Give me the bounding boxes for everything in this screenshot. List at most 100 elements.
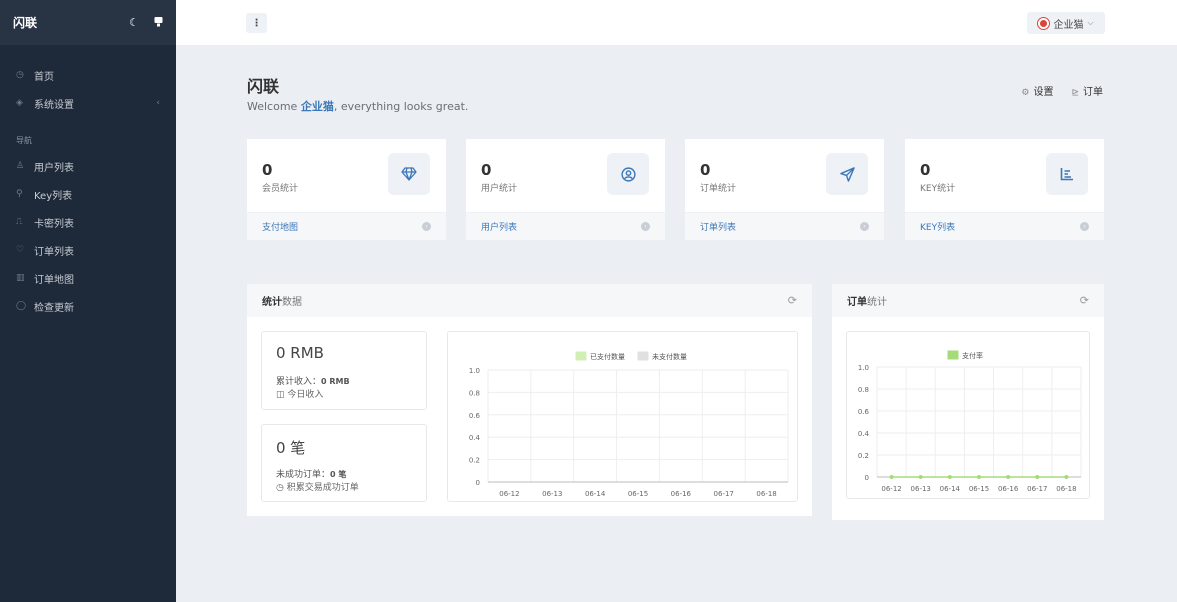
- legend-label: 未支付数量: [652, 352, 687, 361]
- arrow-circle-icon: ›: [422, 222, 431, 231]
- sidebar-item-check-update[interactable]: ◯ 检查更新: [0, 292, 176, 320]
- stat-footer-link[interactable]: KEY列表 ›: [905, 212, 1104, 240]
- y-tick-label: 0: [865, 474, 869, 482]
- sidebar-item-label: 首页: [34, 71, 54, 83]
- data-point: [889, 475, 894, 479]
- brand-title[interactable]: 闪联: [13, 14, 129, 31]
- y-tick-label: 0.8: [858, 386, 869, 394]
- panel-title-bold: 统计: [262, 297, 282, 308]
- legend-swatch: [575, 351, 587, 361]
- sidebar-item-orders[interactable]: ♡ 订单列表: [0, 236, 176, 264]
- menu-toggle-button[interactable]: ⋮: [246, 13, 267, 33]
- panel-header: 统计 数据 ⟳: [247, 284, 812, 317]
- x-tick-label: 06-17: [714, 490, 734, 498]
- stat-value: 0: [700, 161, 711, 179]
- x-tick-label: 06-12: [881, 485, 901, 493]
- welcome-suffix: , everything looks great.: [333, 100, 469, 113]
- stat-value: 0: [920, 161, 931, 179]
- x-tick-label: 06-16: [998, 485, 1019, 493]
- welcome-text: Welcome 企业猫, everything looks great.: [247, 98, 468, 114]
- orders-unsuccessful: 未成功订单：0 笔: [276, 467, 346, 480]
- data-point: [918, 475, 923, 479]
- dark-mode-icon[interactable]: ☾: [129, 16, 139, 29]
- chart-box-right: 0 0.2 0.4 0.6 0.8 1.0 06-12 06-13 06-14 06-15 06-1…: [846, 331, 1090, 499]
- paper-plane-icon: [826, 153, 868, 195]
- refresh-icon[interactable]: ⟳: [788, 294, 797, 307]
- stat-link-label: 订单列表: [700, 223, 737, 233]
- sidebar-item-label: 订单地图: [34, 274, 74, 286]
- refresh-icon[interactable]: ⟳: [1080, 294, 1089, 307]
- stat-footer-link[interactable]: 用户列表 ›: [466, 212, 665, 240]
- stat-link-label: 用户列表: [481, 223, 518, 233]
- heart-icon: ♡: [16, 245, 25, 255]
- stat-footer-link[interactable]: 订单列表 ›: [685, 212, 884, 240]
- x-tick-label: 06-13: [542, 490, 562, 498]
- stat-value: 0: [262, 161, 273, 179]
- y-tick-label: 0.6: [858, 408, 870, 416]
- x-tick-label: 06-15: [628, 490, 648, 498]
- chevron-left-icon: ‹: [156, 98, 160, 108]
- arrow-circle-icon: ›: [1080, 222, 1089, 231]
- avatar: [1038, 17, 1050, 29]
- page-actions: ⚙ 设置 ⊵ 订单: [1021, 83, 1103, 98]
- sidebar-item-settings[interactable]: ◈ 系统设置 ‹: [0, 89, 176, 117]
- x-tick-label: 06-15: [969, 485, 989, 493]
- income-amount: 0 RMB: [276, 344, 324, 362]
- sidebar-item-label: 卡密列表: [34, 218, 74, 230]
- sidebar-item-users[interactable]: ♙ 用户列表: [0, 152, 176, 180]
- y-tick-label: 0.6: [469, 412, 481, 420]
- settings-action[interactable]: ⚙ 设置: [1021, 83, 1053, 98]
- welcome-username-link[interactable]: 企业猫: [301, 100, 334, 113]
- sidebar-item-order-map[interactable]: ▥ 订单地图: [0, 264, 176, 292]
- data-point: [1064, 475, 1069, 479]
- orders-amount: 0 笔: [276, 439, 306, 457]
- x-tick-label: 06-14: [940, 485, 961, 493]
- arrow-circle-icon: ›: [860, 222, 869, 231]
- income-today-label: 今日收入: [287, 390, 324, 400]
- income-total: 累计收入：0 RMB: [276, 374, 350, 387]
- bar-list-icon: [1046, 153, 1088, 195]
- y-tick-label: 1.0: [858, 364, 869, 372]
- user-menu-button[interactable]: 企业猫 ⌵: [1027, 12, 1105, 34]
- data-point: [1035, 475, 1040, 479]
- layers-icon: ◈: [16, 98, 23, 108]
- income-box: 0 RMB 累计收入：0 RMB ◫ 今日收入: [261, 331, 427, 410]
- stats-data-panel: 统计 数据 ⟳ 0 RMB 累计收入：0 RMB ◫ 今日收入 0 笔 未成功订单…: [247, 284, 812, 516]
- stat-label: 会员统计: [262, 184, 299, 194]
- y-tick-label: 0: [476, 479, 480, 487]
- bulb-icon[interactable]: [153, 17, 163, 29]
- stat-label: KEY统计: [920, 184, 956, 194]
- data-point: [977, 475, 981, 479]
- y-tick-label: 0.2: [858, 452, 869, 460]
- stat-link-label: KEY列表: [920, 223, 956, 233]
- card-icon: ⎍: [16, 217, 23, 227]
- legend-swatch: [637, 351, 649, 361]
- update-icon: ◯: [16, 301, 27, 311]
- page-title: 闪联: [247, 77, 280, 96]
- sidebar-section-label: 导航: [16, 136, 32, 145]
- map-icon: ▥: [16, 273, 25, 283]
- stat-card-users: 0 用户统计 用户列表 ›: [466, 139, 665, 240]
- sidebar: 闪联 ☾ ◷ 首页 ◈ 系统设置 ‹ 导航 ♙ 用户列表 ⚲ Key列表 ⎍ 卡: [0, 0, 176, 602]
- orders-accumulated-label: 积累交易成功订单: [286, 483, 359, 493]
- stat-label: 订单统计: [700, 184, 737, 194]
- more-vertical-icon: ⋮: [251, 17, 262, 29]
- key-icon: ⚲: [16, 189, 23, 199]
- sidebar-item-label: 检查更新: [34, 302, 74, 314]
- x-tick-label: 06-17: [1027, 485, 1047, 493]
- y-tick-label: 0.2: [469, 457, 480, 465]
- panel-header: 订单 统计 ⟳: [832, 284, 1104, 317]
- sidebar-item-home[interactable]: ◷ 首页: [0, 61, 176, 89]
- paid-unpaid-chart: 0 0.2 0.4 0.6 0.8 1.0 06-12 06-13 06-14 06-15 06-1…: [469, 351, 789, 498]
- legend-swatch: [947, 350, 959, 360]
- sidebar-nav: ◷ 首页 ◈ 系统设置 ‹ 导航 ♙ 用户列表 ⚲ Key列表 ⎍ 卡密列表 ♡…: [0, 45, 176, 320]
- clock-icon: ◷: [276, 483, 284, 493]
- y-tick-label: 1.0: [469, 367, 480, 375]
- sidebar-item-label: 系统设置: [34, 99, 74, 111]
- sidebar-item-keys[interactable]: ⚲ Key列表: [0, 180, 176, 208]
- stat-footer-link[interactable]: 支付地图 ›: [247, 212, 446, 240]
- stat-link-label: 支付地图: [262, 223, 299, 233]
- stat-card-members: 0 会员统计 支付地图 ›: [247, 139, 446, 240]
- orders-action[interactable]: ⊵ 订单: [1071, 83, 1103, 98]
- sidebar-item-cards[interactable]: ⎍ 卡密列表: [0, 208, 176, 236]
